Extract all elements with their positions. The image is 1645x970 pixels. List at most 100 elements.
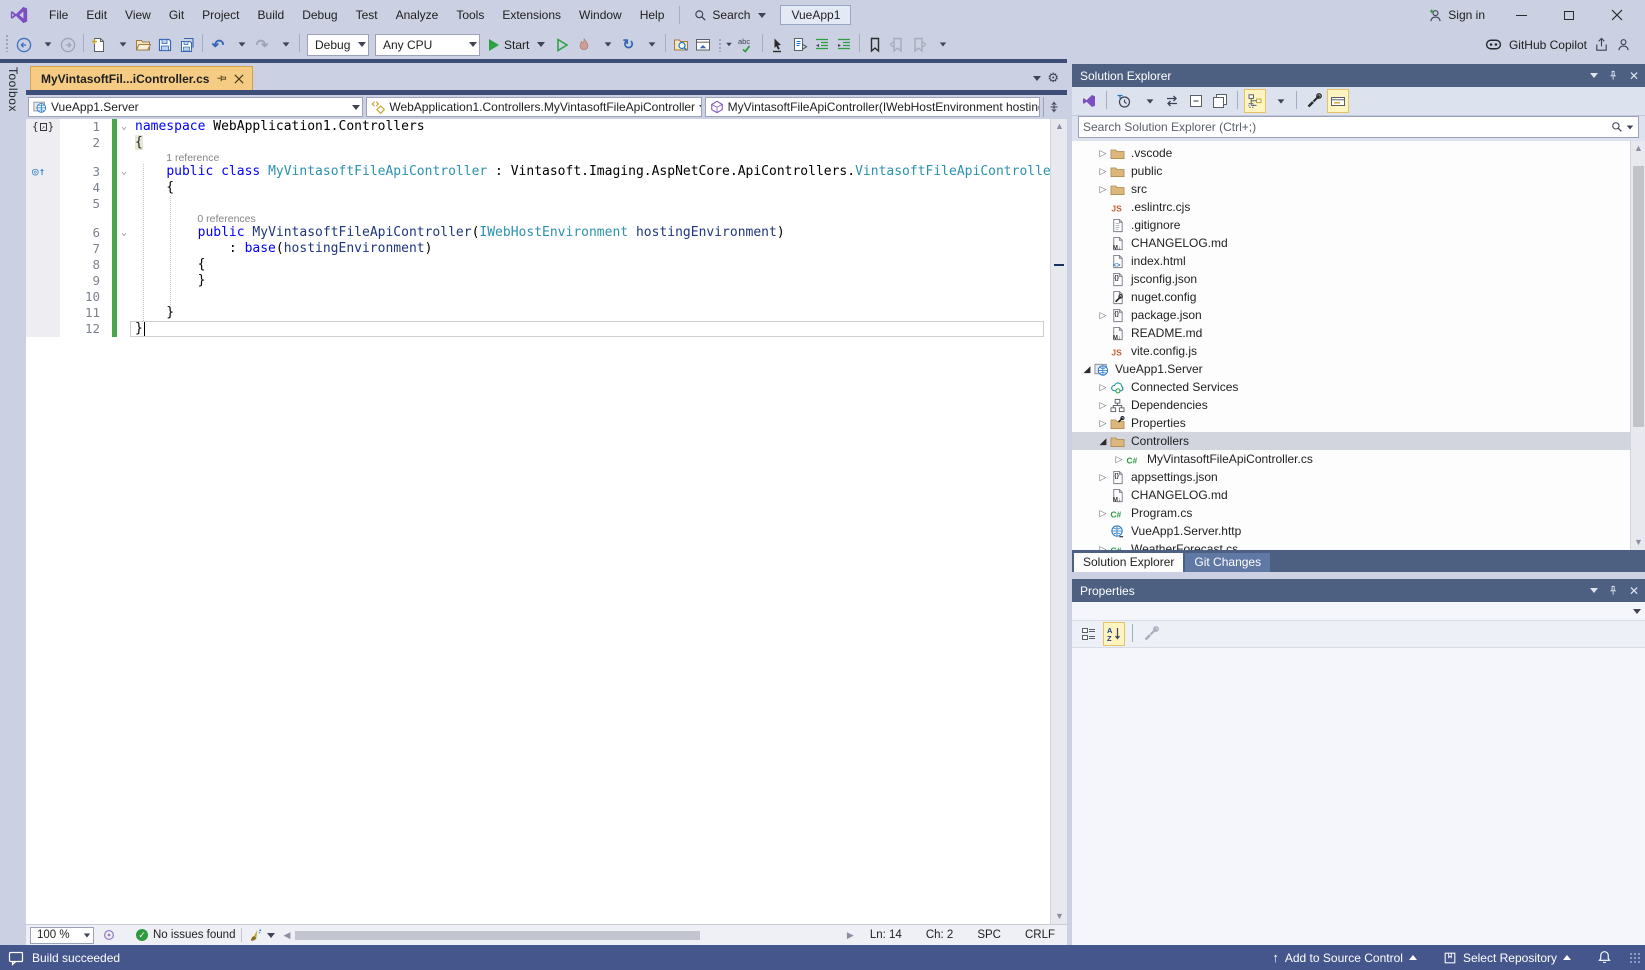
- collapsed-arrow-icon[interactable]: ▷: [1096, 472, 1110, 483]
- dropdown-icon[interactable]: [1137, 89, 1159, 113]
- horizontal-scrollbar[interactable]: [295, 928, 842, 942]
- undo-icon[interactable]: ↶: [207, 33, 229, 57]
- scroll-right-icon[interactable]: ▶: [843, 930, 858, 941]
- restart-icon[interactable]: ↻: [617, 33, 639, 57]
- maximize-button[interactable]: [1547, 1, 1591, 29]
- show-all-files-icon[interactable]: [1244, 89, 1266, 113]
- fold-chevron-icon[interactable]: [117, 180, 131, 196]
- solution-search-box[interactable]: [1078, 116, 1639, 138]
- close-tab-icon[interactable]: [234, 73, 245, 84]
- restore-collapse-icon[interactable]: [1209, 89, 1231, 113]
- collapsed-arrow-icon[interactable]: ▷: [1096, 400, 1110, 411]
- glyph-margin[interactable]: [26, 305, 60, 321]
- find-in-files-icon[interactable]: [670, 33, 692, 57]
- glyph-margin[interactable]: [26, 225, 60, 241]
- code-line-1[interactable]: {↗} 1 ⌄ namespace WebApplication1.Controlle…: [26, 119, 1050, 135]
- debug-target-combo[interactable]: Debug: [307, 33, 369, 56]
- resize-grip[interactable]: [1629, 951, 1641, 964]
- glyph-margin[interactable]: ◎↑: [26, 164, 60, 180]
- gear-icon[interactable]: ⚙: [1047, 70, 1059, 86]
- menu-test[interactable]: Test: [347, 0, 387, 30]
- overflow-dots-icon[interactable]: [714, 33, 736, 57]
- code-line-5[interactable]: 5: [26, 196, 1050, 212]
- feedback-person-icon[interactable]: [1616, 37, 1631, 52]
- property-pages-icon[interactable]: [1140, 622, 1162, 646]
- code-line-6[interactable]: 6 ⌄ public MyVintasoftFileApiController(I…: [26, 225, 1050, 241]
- toggle-bookmark-icon[interactable]: [864, 33, 886, 57]
- active-project-badge[interactable]: VueApp1: [780, 5, 852, 25]
- glyph-margin[interactable]: [26, 241, 60, 257]
- menu-project[interactable]: Project: [193, 0, 248, 30]
- tree-item--eslintrc-cjs[interactable]: JS .eslintrc.cjs: [1072, 198, 1630, 216]
- tree-item-weatherforecast-cs[interactable]: ▷ C# WeatherForecast.cs: [1072, 540, 1630, 550]
- tree-item-program-cs[interactable]: ▷ C# Program.cs: [1072, 504, 1630, 522]
- close-icon[interactable]: ✕: [1629, 69, 1639, 83]
- member-dropdown[interactable]: MyVintasoftFileApiController(IWebHostEnv…: [704, 97, 1040, 117]
- redo-icon[interactable]: ↷: [251, 33, 273, 57]
- tree-item-vite-config-js[interactable]: JS vite.config.js: [1072, 342, 1630, 360]
- solution-search-input[interactable]: [1083, 120, 1611, 134]
- code-cleanup-icon[interactable]: [248, 928, 263, 943]
- collapse-all-icon[interactable]: [1185, 89, 1207, 113]
- select-repository-button[interactable]: Select Repository: [1432, 945, 1582, 970]
- column-indicator[interactable]: Ch: 2: [914, 929, 966, 941]
- scroll-up-icon[interactable]: ▲: [1631, 141, 1645, 156]
- toolbar-overflow-icon[interactable]: [930, 33, 952, 57]
- fold-chevron-icon[interactable]: [117, 305, 131, 321]
- glyph-margin[interactable]: [26, 257, 60, 273]
- dropdown-icon[interactable]: [110, 33, 132, 57]
- menu-debug[interactable]: Debug: [293, 0, 346, 30]
- menu-help[interactable]: Help: [631, 0, 674, 30]
- scroll-up-icon[interactable]: ▲: [1051, 119, 1068, 134]
- copilot-label[interactable]: GitHub Copilot: [1509, 38, 1587, 52]
- tree-item-vueapp1-server[interactable]: ◢ VueApp1.Server: [1072, 360, 1630, 378]
- fold-chevron-icon[interactable]: [117, 273, 131, 289]
- new-file-icon[interactable]: [88, 33, 110, 57]
- hot-reload-icon[interactable]: [573, 33, 595, 57]
- zoom-combo[interactable]: 100 %: [30, 926, 94, 944]
- switch-views-icon[interactable]: [1078, 89, 1100, 113]
- properties-object-combo[interactable]: [1072, 602, 1645, 621]
- github-copilot-icon[interactable]: [1485, 36, 1502, 53]
- collapsed-arrow-icon[interactable]: ▷: [1096, 148, 1110, 159]
- tree-item-index-html[interactable]: <> index.html: [1072, 252, 1630, 270]
- tree-item-src[interactable]: ▷ src: [1072, 180, 1630, 198]
- preview-selected-items-icon[interactable]: [1327, 89, 1349, 113]
- tree-item-nuget-config[interactable]: nuget.config: [1072, 288, 1630, 306]
- fold-chevron-icon[interactable]: [117, 289, 131, 305]
- glyph-margin[interactable]: [26, 289, 60, 305]
- open-file-icon[interactable]: [132, 33, 154, 57]
- previous-bookmark-icon[interactable]: [886, 33, 908, 57]
- decrease-indent-icon[interactable]: [811, 33, 833, 57]
- fold-chevron-icon[interactable]: [117, 321, 131, 337]
- sign-in-button[interactable]: Sign in: [1418, 8, 1495, 23]
- fold-chevron-icon[interactable]: ⌄: [117, 164, 131, 180]
- editor-vertical-scrollbar[interactable]: ▲ ▼: [1050, 119, 1067, 924]
- menu-build[interactable]: Build: [249, 0, 294, 30]
- code-line-7[interactable]: 7 : base(hostingEnvironment): [26, 241, 1050, 257]
- menu-window[interactable]: Window: [570, 0, 631, 30]
- navigate-home-icon[interactable]: [692, 33, 714, 57]
- expanded-arrow-icon[interactable]: ◢: [1080, 364, 1094, 375]
- collapsed-arrow-icon[interactable]: ▷: [1096, 166, 1110, 177]
- line-ending-indicator[interactable]: CRLF: [1013, 929, 1067, 941]
- tree-item-public[interactable]: ▷ public: [1072, 162, 1630, 180]
- tree-item-appsettings-json[interactable]: ▷ {} appsettings.json: [1072, 468, 1630, 486]
- feedback-bubble-icon[interactable]: [8, 950, 24, 966]
- close-button[interactable]: [1595, 1, 1639, 29]
- spaces-indicator[interactable]: SPC: [965, 929, 1013, 941]
- tree-scrollbar-thumb[interactable]: [1633, 165, 1644, 428]
- pin-icon[interactable]: [216, 73, 227, 84]
- collapsed-arrow-icon[interactable]: ▷: [1096, 508, 1110, 519]
- issues-indicator[interactable]: ✓ No issues found: [136, 929, 235, 941]
- tree-item-changelog-md[interactable]: M↓ CHANGELOG.md: [1072, 486, 1630, 504]
- menu-file[interactable]: File: [40, 0, 77, 30]
- glyph-margin[interactable]: [26, 135, 60, 151]
- pending-changes-filter-icon[interactable]: [1113, 89, 1135, 113]
- minimize-button[interactable]: [1499, 1, 1543, 29]
- glyph-margin[interactable]: {↗}: [26, 119, 60, 135]
- code-line-9[interactable]: 9 }: [26, 273, 1050, 289]
- sync-with-active-document-icon[interactable]: [1161, 89, 1183, 113]
- collapsed-arrow-icon[interactable]: ▷: [1096, 310, 1110, 321]
- code-line-2[interactable]: 2{: [26, 135, 1050, 151]
